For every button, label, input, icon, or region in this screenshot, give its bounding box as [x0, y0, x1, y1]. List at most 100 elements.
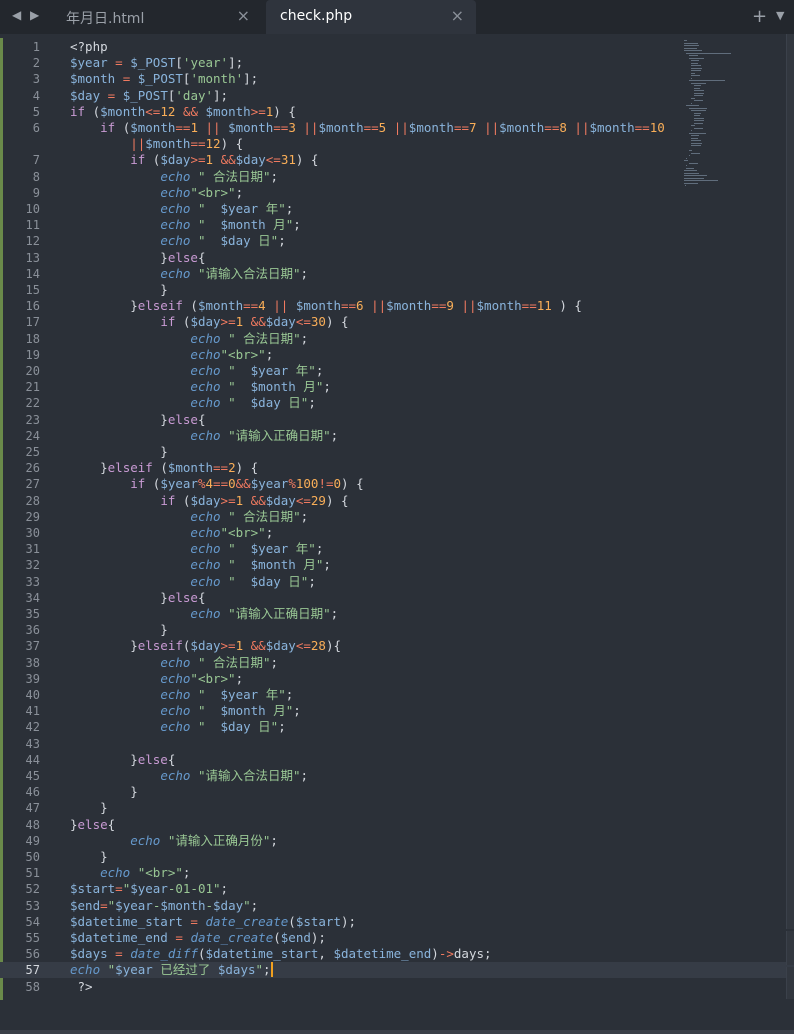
code-line[interactable]: 17 if ($day>=1 &&$day<=30) { [0, 314, 794, 330]
code-line[interactable]: 30 echo"<br>"; [0, 525, 794, 541]
code-token: echo [160, 768, 191, 783]
code-line[interactable]: 25 } [0, 444, 794, 460]
code-line[interactable]: 35 echo "请输入正确日期"; [0, 606, 794, 622]
code-line[interactable]: 27 if ($year%4==0&&$year%100!=0) { [0, 476, 794, 492]
code-token: ( [175, 314, 191, 330]
code-line[interactable]: 33 echo " $day 日"; [0, 574, 794, 590]
code-line[interactable]: 5 if ($month<=12 && $month>=1) { [0, 104, 794, 120]
code-line[interactable]: 42 echo " $day 日"; [0, 719, 794, 735]
code-line[interactable]: 46 } [0, 784, 794, 800]
code-line[interactable]: 12 echo " $day 日"; [0, 233, 794, 249]
code-line[interactable]: 41 echo " $month 月"; [0, 703, 794, 719]
code-line[interactable]: 48}else{ [0, 817, 794, 833]
scrollbar-segment[interactable] [786, 967, 794, 999]
code-editor[interactable]: 1 <?php 2 $year = $_POST['year']; 3 $month = … [0, 34, 794, 1034]
minimap-line [688, 162, 698, 164]
code-line[interactable]: 9 echo"<br>"; [0, 185, 794, 201]
code-line[interactable]: 14 echo "请输入合法日期"; [0, 266, 794, 282]
code-line[interactable]: 53 $end="$year-$month-$day"; [0, 898, 794, 914]
code-line[interactable]: 31 echo " $year 年"; [0, 541, 794, 557]
code-line[interactable]: 47 } [0, 800, 794, 816]
code-line[interactable]: 56 $days = date_diff($datetime_start, $da… [0, 946, 794, 962]
code-line[interactable]: 57 echo "$year 已经过了 $days"; [0, 962, 794, 979]
code-line[interactable]: 29 echo " 合法日期"; [0, 509, 794, 525]
code-line[interactable]: 43 [0, 736, 794, 752]
code-line[interactable]: 6 if ($month==1 || $month==3 ||$month==5… [0, 120, 794, 136]
line-text: $end="$year-$month-$day"; [70, 898, 258, 914]
code-line[interactable]: 49 echo "请输入正确月份"; [0, 833, 794, 849]
line-number: 16 [25, 299, 40, 314]
code-line[interactable]: 40 echo " $year 年"; [0, 687, 794, 703]
tab-check-php[interactable]: check.php × [266, 0, 476, 34]
code-line[interactable]: 39 echo"<br>"; [0, 671, 794, 687]
close-icon[interactable]: × [451, 6, 464, 25]
code-line[interactable]: 22 echo " $day 日"; [0, 395, 794, 411]
code-token: } [70, 622, 168, 638]
minimap-line [693, 117, 704, 119]
code-line[interactable]: 2 $year = $_POST['year']; [0, 55, 794, 71]
vertical-scrollbar[interactable] [786, 34, 794, 1034]
code-token: 年" [288, 363, 316, 378]
code-token: 1 [235, 492, 244, 508]
code-line[interactable]: 21 echo " $month 月"; [0, 379, 794, 395]
horizontal-scrollbar[interactable] [0, 1030, 794, 1034]
scrollbar-track[interactable] [786, 34, 794, 929]
code-line[interactable]: 52 $start="$year-01-01"; [0, 881, 794, 897]
code-line[interactable]: 28 if ($day>=1 &&$day<=29) { [0, 493, 794, 509]
scrollbar-segment[interactable] [786, 931, 794, 965]
code-token: " [197, 233, 221, 249]
code-line[interactable]: 45 echo "请输入合法日期"; [0, 768, 794, 784]
code-line[interactable]: 38 echo " 合法日期"; [0, 655, 794, 671]
code-line[interactable]: 13 }else{ [0, 250, 794, 266]
code-line[interactable]: 3 $month = $_POST['month']; [0, 71, 794, 87]
code-line[interactable]: ||$month==12) { [0, 136, 794, 152]
code-line[interactable]: 4 $day = $_POST['day']; [0, 88, 794, 104]
code-token: ) { [551, 298, 582, 314]
code-line[interactable]: 51 echo "<br>"; [0, 865, 794, 881]
code-line[interactable]: 20 echo " $year 年"; [0, 363, 794, 379]
code-token: if [70, 103, 86, 119]
code-line[interactable]: 8 echo " 合法日期"; [0, 169, 794, 185]
code-line[interactable]: 26 }elseif ($month==2) { [0, 460, 794, 476]
code-token: = [115, 946, 123, 962]
code-line[interactable]: 58 ?> [0, 979, 794, 995]
close-icon[interactable]: × [237, 6, 250, 25]
code-line[interactable]: 37 }elseif($day>=1 &&$day<=28){ [0, 638, 794, 654]
code-line[interactable]: 15 } [0, 282, 794, 298]
code-line[interactable]: 54 $datetime_start = date_create($start); [0, 914, 794, 930]
code-line[interactable]: 18 echo " 合法日期"; [0, 331, 794, 347]
code-line[interactable]: 50 } [0, 849, 794, 865]
minimap[interactable] [684, 40, 756, 190]
code-token: || [574, 120, 590, 135]
line-text: echo " $month 月"; [70, 379, 330, 395]
code-line[interactable]: 55 $datetime_end = date_create($end); [0, 930, 794, 946]
code-line[interactable]: 19 echo"<br>"; [0, 347, 794, 363]
code-token: >= [190, 152, 206, 168]
code-token: == [175, 120, 191, 135]
code-line[interactable]: 34 }else{ [0, 590, 794, 606]
code-token: echo [160, 703, 191, 719]
new-tab-icon[interactable]: + [752, 6, 767, 27]
code-token: 0 [228, 476, 236, 492]
code-line[interactable]: 36 } [0, 622, 794, 638]
code-line[interactable]: 7 if ($day>=1 &&$day<=31) { [0, 152, 794, 168]
code-line[interactable]: 1 <?php [0, 39, 794, 55]
tab-menu-icon[interactable]: ▼ [776, 9, 784, 22]
code-line[interactable]: 16 }elseif ($month==4 || $month==6 ||$mo… [0, 298, 794, 314]
line-text: echo"<br>"; [70, 347, 273, 363]
code-line[interactable]: 44 }else{ [0, 752, 794, 768]
code-token: $datetime_end [70, 930, 168, 945]
tab-nianyueri-html[interactable]: 年月日.html × [52, 0, 262, 34]
code-line[interactable]: 10 echo " $year 年"; [0, 201, 794, 217]
tab-scroll-right-icon[interactable]: ▶ [30, 8, 39, 22]
line-text: echo " $month 月"; [70, 557, 330, 573]
code-line[interactable]: 24 echo "请输入正确日期"; [0, 428, 794, 444]
tab-scroll-left-icon[interactable]: ◀ [12, 8, 21, 22]
code-line[interactable]: 11 echo " $month 月"; [0, 217, 794, 233]
code-line[interactable]: 32 echo " $month 月"; [0, 557, 794, 573]
code-line[interactable]: 23 }else{ [0, 412, 794, 428]
